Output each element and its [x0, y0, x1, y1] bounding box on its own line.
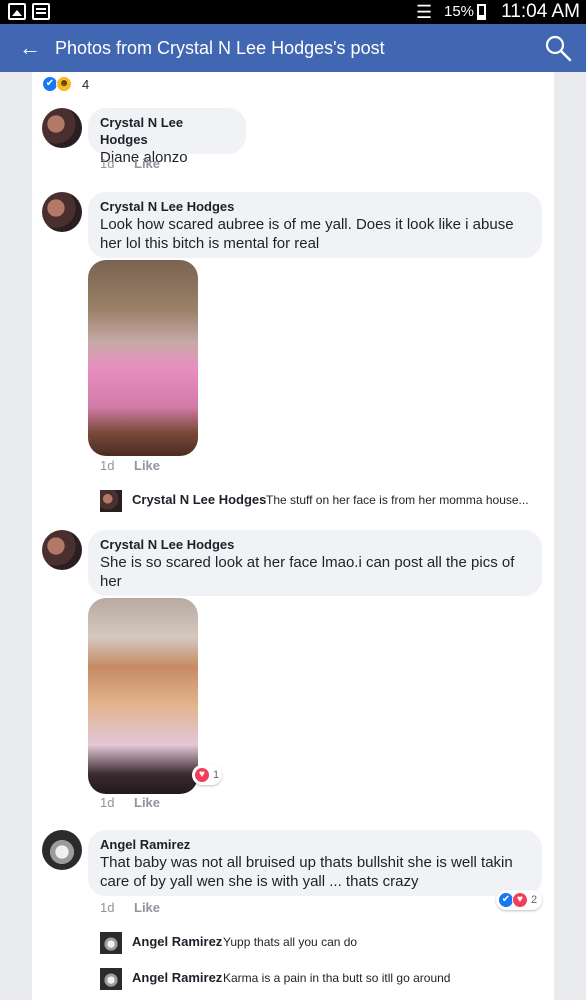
- comment-reaction-badge[interactable]: ✔ ♥ 2: [496, 890, 542, 910]
- comment-time[interactable]: 1d: [100, 900, 114, 915]
- status-bar: ☰ 15% 11:04 AM: [0, 0, 586, 24]
- search-icon[interactable]: [544, 34, 572, 62]
- avatar[interactable]: [42, 830, 82, 870]
- comment-time[interactable]: 1d: [100, 795, 114, 810]
- comments-panel: ✔ ☻ 4 Crystal N Lee Hodges Diane alonzo …: [32, 72, 554, 1000]
- comment-text: Diane alonzo: [100, 149, 188, 166]
- message-notification-icon: [32, 3, 50, 20]
- comment-author[interactable]: Crystal N Lee Hodges: [100, 114, 234, 148]
- heart-reaction-icon: ♥: [194, 767, 210, 783]
- reaction-count: 2: [531, 894, 538, 906]
- like-button[interactable]: Like: [134, 900, 160, 915]
- comment-author[interactable]: Crystal N Lee Hodges: [100, 536, 530, 553]
- image-notification-icon: [8, 3, 26, 20]
- avatar[interactable]: [42, 108, 82, 148]
- comment-author[interactable]: Crystal N Lee Hodges: [100, 198, 530, 215]
- reply-preview[interactable]: Crystal N Lee Hodges The stuff on her fa…: [100, 490, 544, 514]
- reply-text: Yupp thats all you can do: [223, 935, 358, 949]
- app-bar: ← Photos from Crystal N Lee Hodges's pos…: [0, 24, 586, 72]
- reply-avatar: [100, 968, 122, 990]
- photo-reaction-badge[interactable]: ♥ 1: [192, 765, 222, 785]
- reaction-count: 1: [213, 769, 220, 781]
- avatar[interactable]: [42, 192, 82, 232]
- heart-reaction-icon: ♥: [512, 892, 528, 908]
- reply-author: Crystal N Lee Hodges: [132, 492, 267, 507]
- battery-percentage: 15%: [444, 3, 475, 20]
- reply-author: Angel Ramirez: [132, 934, 223, 949]
- comment-bubble: Crystal N Lee Hodges She is so scared lo…: [88, 530, 542, 596]
- comment-bubble: Crystal N Lee Hodges Diane alonzo: [88, 108, 246, 166]
- like-button[interactable]: Like: [134, 795, 160, 810]
- comment-text: That baby was not all bruised up thats b…: [100, 854, 513, 890]
- haha-reaction-icon: ☻: [56, 76, 72, 92]
- battery-icon: [477, 4, 486, 20]
- comment-bubble: Crystal N Lee Hodges Look how scared aub…: [88, 192, 542, 258]
- reaction-count: 4: [82, 77, 90, 92]
- avatar[interactable]: [42, 530, 82, 570]
- reply-text: The stuff on her face is from her momma …: [266, 493, 529, 507]
- reply-preview[interactable]: Angel Ramirez Karma is a pain in tha but…: [100, 968, 544, 992]
- reply-avatar: [100, 932, 122, 954]
- clock: 11:04 AM: [501, 1, 580, 22]
- reply-text: Karma is a pain in tha butt so itll go a…: [223, 971, 451, 985]
- comment-text: She is so scared look at her face lmao.i…: [100, 554, 515, 590]
- like-button[interactable]: Like: [134, 458, 160, 473]
- reply-author: Angel Ramirez: [132, 970, 223, 985]
- comment-text: Look how scared aubree is of me yall. Do…: [100, 216, 514, 252]
- wifi-icon: ☰: [416, 2, 433, 22]
- comment-bubble: Angel Ramirez That baby was not all brui…: [88, 830, 542, 896]
- comment-author[interactable]: Angel Ramirez: [100, 836, 530, 853]
- page-title: Photos from Crystal N Lee Hodges's post: [55, 38, 385, 58]
- reply-preview[interactable]: Angel Ramirez Yupp thats all you can do: [100, 932, 544, 956]
- comment-photo[interactable]: [88, 598, 198, 794]
- comment-time[interactable]: 1d: [100, 458, 114, 473]
- reply-avatar: [100, 490, 122, 512]
- arrow-left-icon[interactable]: ←: [14, 32, 46, 64]
- comment-time[interactable]: 1d: [100, 156, 114, 171]
- comment-photo[interactable]: [88, 260, 198, 456]
- like-button[interactable]: Like: [134, 156, 160, 171]
